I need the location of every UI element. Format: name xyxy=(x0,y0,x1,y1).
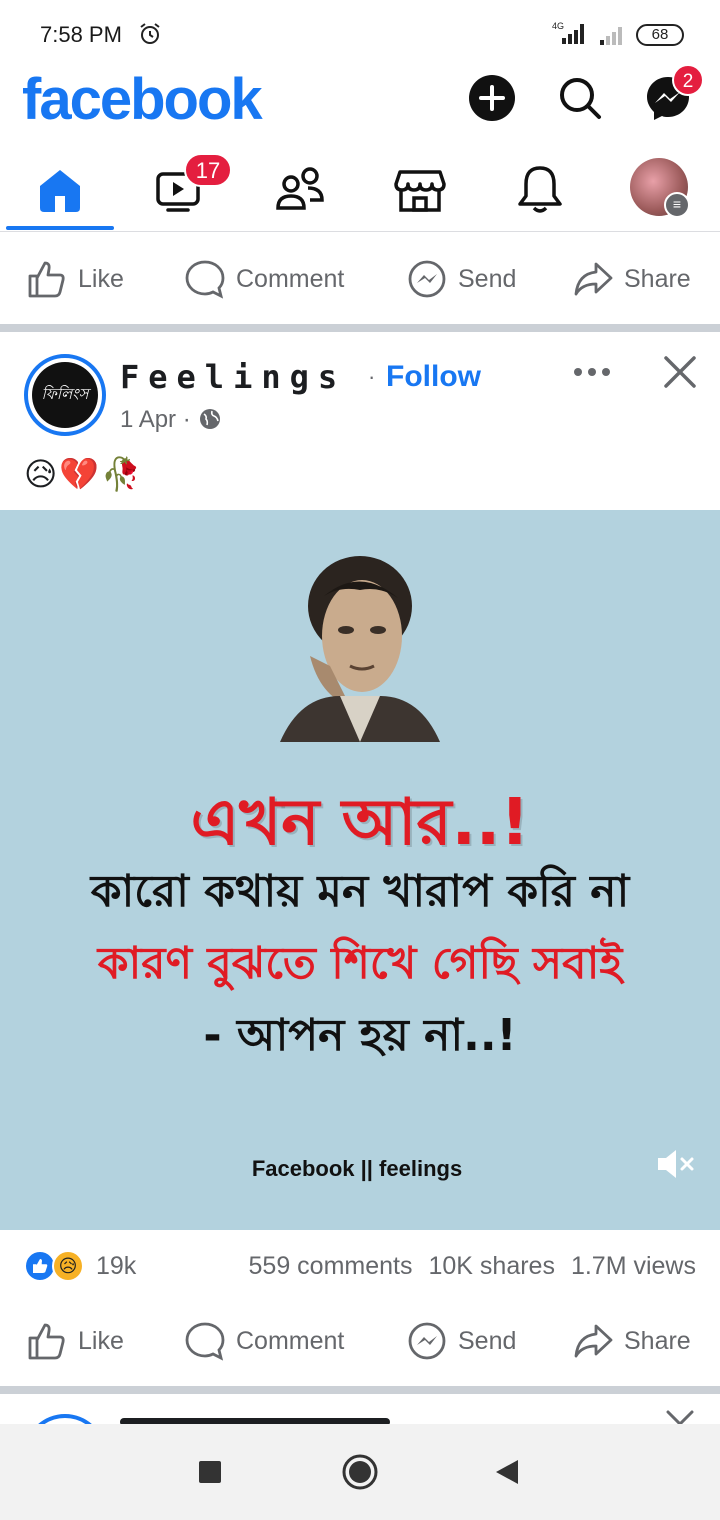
friends-icon[interactable] xyxy=(270,158,330,218)
share-button[interactable]: Share xyxy=(572,234,691,324)
like-icon xyxy=(28,1323,65,1360)
comments-count[interactable]: 559 comments xyxy=(249,1252,413,1281)
quote-line-3: কারণ বুঝতে শিখে গেছি সবাই xyxy=(97,938,623,989)
sad-reaction-icon[interactable]: 😥 xyxy=(52,1250,84,1282)
caption-emoji: 💔 xyxy=(59,456,100,492)
views-count: 1.7M views xyxy=(570,1252,696,1280)
page-avatar[interactable]: ফিলিংস xyxy=(24,354,106,436)
engagement-stats: 559 comments 10K shares 1.7M views xyxy=(249,1252,696,1281)
feed-separator xyxy=(0,324,720,332)
send-button[interactable]: Send xyxy=(406,1296,516,1386)
back-icon[interactable] xyxy=(488,1452,528,1492)
mute-icon[interactable] xyxy=(654,1146,698,1182)
send-label: Send xyxy=(458,264,517,293)
active-tab-indicator xyxy=(6,226,114,230)
portrait-illustration xyxy=(280,556,440,742)
follow-button[interactable]: Follow xyxy=(386,360,481,394)
video-badge: 17 xyxy=(184,153,232,187)
reaction-count[interactable]: 19k xyxy=(96,1252,136,1281)
feed-separator xyxy=(0,1386,720,1394)
more-options-icon[interactable] xyxy=(572,360,612,384)
share-icon xyxy=(574,1324,613,1358)
quote-line-2: কারো কথায় মন খারাপ করি না xyxy=(90,866,630,917)
comment-icon xyxy=(185,260,225,299)
like-button[interactable]: Like xyxy=(26,234,124,324)
page-avatar-logo: ফিলিংস xyxy=(32,362,98,428)
post-image[interactable]: এখন আর..! কারো কথায় মন খারাপ করি না কার… xyxy=(0,510,720,1230)
status-bar: 7:58 PM 4G 68 xyxy=(0,0,720,64)
post-actions: Like Comment Send Share xyxy=(0,1296,720,1386)
like-label: Like xyxy=(78,1326,124,1355)
like-label: Like xyxy=(78,264,124,293)
messenger-send-icon xyxy=(408,260,446,298)
post-date[interactable]: 1 Apr · xyxy=(120,406,191,434)
like-button[interactable]: Like xyxy=(26,1296,124,1386)
home-icon[interactable] xyxy=(30,158,90,218)
page-name[interactable]: Feelings xyxy=(120,358,346,396)
comment-button[interactable]: Comment xyxy=(184,1296,344,1386)
shares-count[interactable]: 10K shares xyxy=(428,1252,554,1281)
close-icon[interactable] xyxy=(664,1408,696,1424)
share-icon xyxy=(574,262,613,296)
svg-text:4G: 4G xyxy=(552,21,564,31)
image-watermark: Facebook || feelings xyxy=(251,1156,463,1181)
post-stats: 😥 19k 559 comments 10K shares 1.7M views xyxy=(0,1230,720,1300)
send-label: Send xyxy=(458,1326,517,1355)
post-caption: 😥 💔 🥀 xyxy=(24,452,141,496)
home-button-icon[interactable] xyxy=(340,1452,380,1492)
bell-icon[interactable] xyxy=(510,158,570,218)
comment-label: Comment xyxy=(236,264,345,293)
marketplace-icon[interactable] xyxy=(390,158,450,218)
comment-icon xyxy=(185,1322,225,1361)
system-navigation-bar xyxy=(0,1424,720,1520)
caption-emoji: 😥 xyxy=(24,456,58,492)
battery-indicator: 68 xyxy=(636,24,684,46)
facebook-logo[interactable]: facebook xyxy=(22,66,263,133)
alarm-icon xyxy=(140,23,160,44)
share-label: Share xyxy=(624,264,691,293)
previous-post-actions: Like Comment Send Share xyxy=(0,234,720,324)
like-icon xyxy=(28,261,65,298)
messenger-send-icon xyxy=(408,1322,446,1360)
share-button[interactable]: Share xyxy=(572,1296,691,1386)
globe-icon xyxy=(200,409,220,429)
close-icon[interactable] xyxy=(660,352,700,392)
next-post-preview xyxy=(0,1394,720,1424)
send-button[interactable]: Send xyxy=(406,234,516,324)
recents-icon[interactable] xyxy=(190,1452,230,1492)
quote-line-4: - আপন হয় না..! xyxy=(203,1010,517,1061)
signal-4g-icon: 4G xyxy=(552,21,584,44)
comment-label: Comment xyxy=(236,1326,345,1355)
next-post-avatar[interactable] xyxy=(24,1414,106,1424)
messenger-badge: 2 xyxy=(672,64,704,96)
share-label: Share xyxy=(624,1326,691,1355)
search-icon[interactable] xyxy=(556,74,604,122)
signal-icon xyxy=(600,27,622,45)
name-separator: · xyxy=(368,364,376,389)
comment-button[interactable]: Comment xyxy=(184,234,344,324)
menu-icon[interactable]: ≡ xyxy=(664,192,690,218)
caption-emoji: 🥀 xyxy=(101,456,142,492)
plus-circle-icon[interactable] xyxy=(468,74,516,122)
main-nav xyxy=(0,148,720,232)
status-time: 7:58 PM xyxy=(40,22,122,47)
